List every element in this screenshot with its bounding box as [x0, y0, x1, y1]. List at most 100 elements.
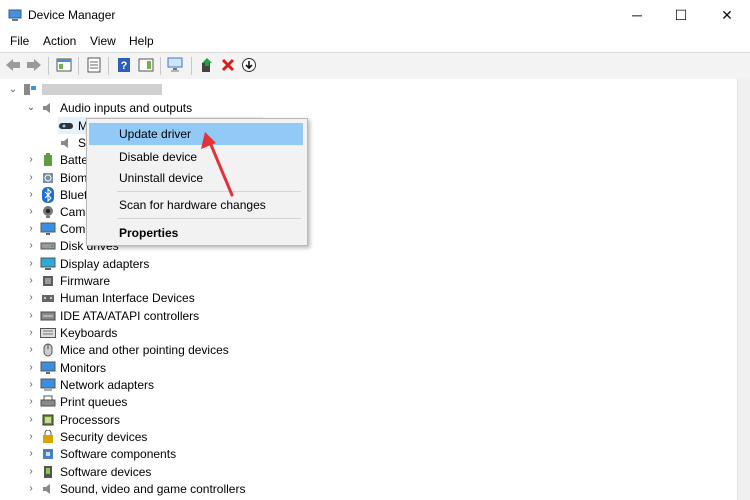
svg-text:?: ? — [121, 60, 128, 72]
tree-label: Keyboards — [60, 325, 118, 340]
chevron-right-icon[interactable]: › — [26, 431, 36, 442]
menu-item-disable-device[interactable]: Disable device — [89, 146, 303, 168]
device-manager-icon — [8, 9, 22, 21]
title-bar: Device Manager ─ ☐ ✕ — [0, 0, 750, 30]
chevron-right-icon[interactable]: › — [26, 379, 36, 390]
microphone-icon — [58, 118, 74, 134]
menu-item-update-driver[interactable]: Update driver — [89, 123, 303, 145]
tree-category-biometric[interactable]: › Biom — [26, 169, 87, 186]
properties-icon[interactable] — [85, 56, 103, 74]
tree-label: Mice and other pointing devices — [60, 342, 229, 357]
tree-category-sound[interactable]: › Sound, video and game controllers — [26, 480, 245, 497]
chevron-right-icon[interactable]: › — [26, 172, 36, 183]
monitor-icon — [40, 360, 56, 376]
tree-label: Security devices — [60, 429, 148, 444]
chevron-right-icon[interactable]: › — [26, 292, 36, 303]
tree-label: Human Interface Devices — [60, 290, 195, 305]
computer-icon — [22, 82, 38, 98]
back-icon[interactable] — [4, 56, 22, 74]
chevron-down-icon[interactable]: ⌄ — [8, 84, 18, 95]
tree-category-firmware[interactable]: › Firmware — [26, 272, 110, 289]
tree-label: Processors — [60, 412, 121, 427]
chevron-right-icon[interactable]: › — [26, 414, 36, 425]
tree-category-hid[interactable]: › Human Interface Devices — [26, 289, 195, 306]
tree-category-audio[interactable]: ⌄ Audio inputs and outputs — [26, 99, 192, 116]
tree-category-computer[interactable]: › Com — [26, 220, 85, 237]
tree-label: Audio inputs and outputs — [60, 100, 193, 115]
tree-category-software-devices[interactable]: › Software devices — [26, 463, 151, 480]
fingerprint-icon — [40, 170, 56, 186]
tree-category-display-adapters[interactable]: › Display adapters — [26, 255, 149, 272]
chevron-right-icon[interactable]: › — [26, 223, 36, 234]
tree-label: Batte — [60, 152, 89, 167]
tree-category-batteries[interactable]: › Batte — [26, 151, 88, 168]
scan-hardware-icon[interactable] — [167, 56, 185, 74]
menu-view[interactable]: View — [90, 34, 116, 48]
mouse-icon — [40, 342, 56, 358]
close-button[interactable]: ✕ — [704, 0, 750, 30]
chevron-right-icon[interactable]: › — [26, 344, 36, 355]
tree-root[interactable]: ⌄ — [8, 81, 162, 98]
tree-category-keyboards[interactable]: › Keyboards — [26, 324, 117, 341]
speaker-icon — [40, 100, 56, 116]
tree-label: Software components — [60, 446, 177, 461]
chevron-right-icon[interactable]: › — [26, 396, 36, 407]
chevron-right-icon[interactable]: › — [26, 240, 36, 251]
chevron-right-icon[interactable]: › — [26, 466, 36, 477]
chevron-right-icon[interactable]: › — [26, 258, 36, 269]
enable-device-icon[interactable] — [240, 56, 258, 74]
battery-icon — [40, 152, 56, 168]
tree-category-processors[interactable]: › Processors — [26, 411, 120, 428]
chevron-right-icon[interactable]: › — [26, 483, 36, 494]
menu-separator — [117, 218, 301, 219]
software-device-icon — [40, 464, 56, 480]
chevron-right-icon[interactable]: › — [26, 206, 36, 217]
chevron-right-icon[interactable]: › — [26, 448, 36, 459]
software-component-icon — [40, 446, 56, 462]
maximize-button[interactable]: ☐ — [658, 0, 704, 30]
tree-category-security[interactable]: › Security devices — [26, 428, 147, 445]
tree-category-monitors[interactable]: › Monitors — [26, 359, 106, 376]
help-icon[interactable]: ? — [115, 56, 133, 74]
vertical-scrollbar[interactable] — [737, 79, 750, 500]
show-hide-console-tree-icon[interactable] — [55, 56, 73, 74]
camera-icon — [40, 204, 56, 220]
forward-icon[interactable] — [25, 56, 43, 74]
tree-category-print-queues[interactable]: › Print queues — [26, 393, 127, 410]
menu-item-scan-hardware[interactable]: Scan for hardware changes — [89, 194, 303, 216]
chevron-right-icon[interactable]: › — [26, 189, 36, 200]
disk-drive-icon — [40, 238, 56, 254]
menu-action[interactable]: Action — [43, 34, 76, 48]
chevron-down-icon[interactable]: ⌄ — [26, 102, 36, 113]
menu-help[interactable]: Help — [129, 34, 154, 48]
uninstall-icon[interactable] — [219, 56, 237, 74]
chevron-right-icon[interactable]: › — [26, 310, 36, 321]
tree-category-ide[interactable]: › IDE ATA/ATAPI controllers — [26, 307, 199, 324]
firmware-icon — [40, 273, 56, 289]
tree-category-software-components[interactable]: › Software components — [26, 445, 176, 462]
context-menu: Update driver Disable device Uninstall d… — [86, 118, 308, 246]
chevron-right-icon[interactable]: › — [26, 275, 36, 286]
keyboard-icon — [40, 325, 56, 341]
menu-separator — [117, 191, 301, 192]
window-title: Device Manager — [28, 8, 116, 22]
tree-label: Com — [60, 221, 86, 236]
menu-item-properties[interactable]: Properties — [89, 222, 303, 244]
monitor-icon — [40, 221, 56, 237]
tree-label: IDE ATA/ATAPI controllers — [60, 308, 200, 323]
tree-label: Monitors — [60, 360, 107, 375]
minimize-button[interactable]: ─ — [614, 0, 660, 30]
tree-category-bluetooth[interactable]: › Bluet — [26, 186, 87, 203]
menu-file[interactable]: File — [10, 34, 29, 48]
chevron-right-icon[interactable]: › — [26, 362, 36, 373]
update-driver-icon[interactable] — [198, 56, 216, 74]
tree-category-network[interactable]: › Network adapters — [26, 376, 154, 393]
menu-item-uninstall-device[interactable]: Uninstall device — [89, 167, 303, 189]
chevron-right-icon[interactable]: › — [26, 327, 36, 338]
speaker-icon — [58, 135, 74, 151]
action-pane-icon[interactable] — [137, 56, 155, 74]
tree-category-mice[interactable]: › Mice and other pointing devices — [26, 341, 229, 358]
tree-category-cameras[interactable]: › Came — [26, 203, 92, 220]
tree-item-audio[interactable]: S — [58, 134, 86, 151]
chevron-right-icon[interactable]: › — [26, 154, 36, 165]
